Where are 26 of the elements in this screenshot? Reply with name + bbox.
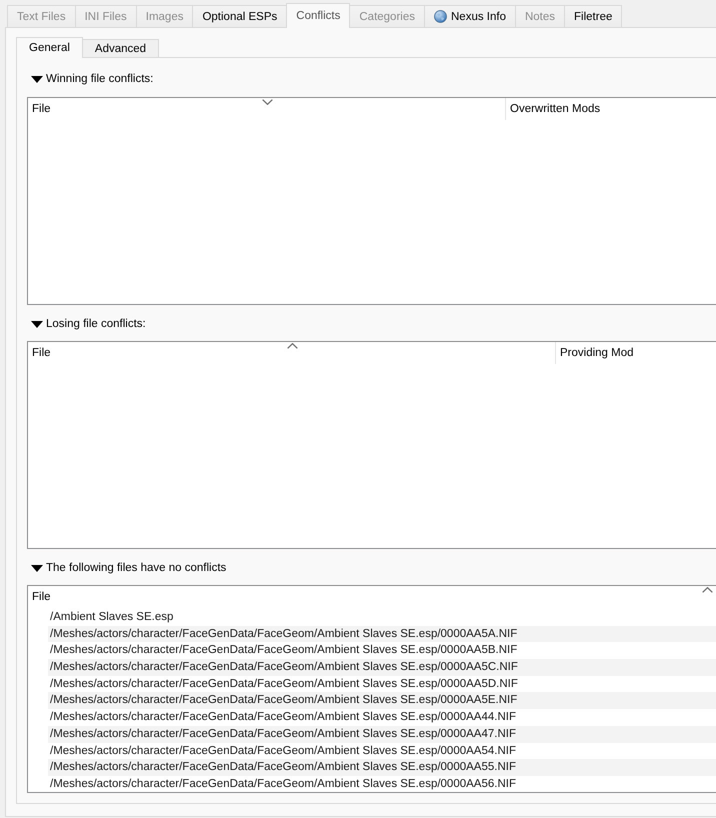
globe-icon [434, 10, 447, 23]
file-path-row[interactable]: /Meshes/actors/character/FaceGenData/FaceGeom/Ambient Slaves SE.esp/0000AA5C.NIF [48, 659, 716, 676]
file-path-row[interactable]: /Meshes/actors/character/FaceGenData/FaceGeom/Ambient Slaves SE.esp/0000AA54.NIF [48, 742, 716, 760]
section-header[interactable]: Winning file conflicts: [27, 70, 158, 88]
section-header[interactable]: Losing file conflicts: [27, 315, 150, 333]
file-path-row[interactable]: /Meshes/actors/character/FaceGenData/FaceGeom/Ambient Slaves SE.esp/0000AA5D.NIF [48, 676, 716, 692]
tab[interactable]: Nexus Info [424, 5, 516, 27]
file-path-row[interactable]: /Meshes/actors/character/FaceGenData/FaceGeom/Ambient Slaves SE.esp/0000AA55.NIF [48, 759, 716, 776]
file-path-row[interactable]: /Meshes/actors/character/FaceGenData/FaceGeom/Ambient Slaves SE.esp/0000AA5A.NIF [48, 626, 716, 642]
file-path-row[interactable]: /Meshes/actors/character/FaceGenData/FaceGeom/Ambient Slaves SE.esp/0000AA5B.NIF [48, 642, 716, 660]
column-header[interactable]: File [28, 98, 505, 120]
column-header[interactable]: Providing Mod [555, 342, 716, 364]
column-header[interactable]: File [28, 342, 555, 364]
section-header[interactable]: The following files have no conflicts [27, 559, 230, 577]
file-path-row[interactable]: /Meshes/actors/character/FaceGenData/FaceGeom/Ambient Slaves SE.esp/0000AA5E.NIF [48, 692, 716, 710]
file-path-row[interactable]: /Meshes/actors/character/FaceGenData/FaceGeom/Ambient Slaves SE.esp/0000AA56.NIF [48, 776, 716, 792]
column-header[interactable]: File [28, 586, 716, 608]
file-path-row[interactable]: /Meshes/actors/character/FaceGenData/FaceGeom/Ambient Slaves SE.esp/0000AA47.NIF [48, 726, 716, 742]
file-path-row[interactable]: /Ambient Slaves SE.esp [48, 609, 716, 626]
column-header[interactable]: Overwritten Mods [505, 98, 716, 120]
subtab[interactable]: Advanced [82, 39, 160, 57]
tab[interactable]: Optional ESPs [192, 5, 288, 27]
subtab[interactable]: General [16, 37, 83, 58]
tab[interactable]: Filetree [564, 5, 622, 27]
tab[interactable]: Conflicts [286, 3, 350, 28]
file-path-row[interactable]: /Meshes/actors/character/FaceGenData/FaceGeom/Ambient Slaves SE.esp/0000AA44.NIF [48, 709, 716, 726]
